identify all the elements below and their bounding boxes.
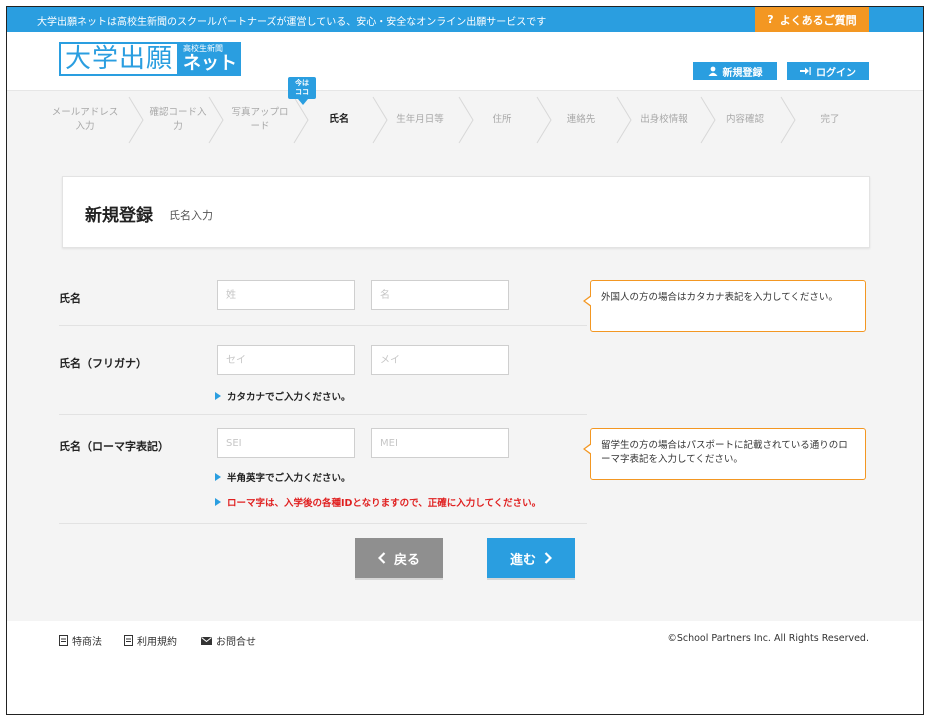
roman-hint: 半角英字でご入力ください。 bbox=[215, 470, 351, 484]
step-email: メールアドレス 入力 bbox=[51, 107, 119, 132]
divider bbox=[59, 523, 587, 524]
register-button[interactable]: 新規登録 bbox=[693, 62, 777, 80]
register-label: 新規登録 bbox=[722, 67, 763, 79]
exchange-student-note: 留学生の方の場合はパスポートに記載されている通りのローマ字表記を入力してください… bbox=[583, 428, 866, 480]
last-name-kana-input[interactable] bbox=[217, 345, 355, 375]
progress-steps: メールアドレス 入力 確認コード入力 写真アップロ ード 氏名 生年月日等 住所 連… bbox=[7, 90, 923, 150]
main-content: 新規登録 氏名入力 氏名 外国人の方の場合はカタカナ表記を入力してください。 氏… bbox=[7, 149, 923, 621]
page-subtitle: 氏名入力 bbox=[169, 209, 213, 222]
kana-hint: カタカナでご入力ください。 bbox=[215, 389, 351, 403]
divider bbox=[59, 414, 587, 415]
footer-link-tokushoho[interactable]: 特商法 bbox=[59, 633, 102, 648]
login-button[interactable]: ログイン bbox=[787, 62, 869, 80]
roman-warning: ローマ字は、入学後の各種IDとなりますので、正確に入力してください。 bbox=[215, 495, 541, 509]
chevron-right-icon bbox=[544, 552, 552, 564]
step-confirm-code: 確認コード入力 bbox=[149, 107, 207, 132]
step-name: 氏名 bbox=[329, 114, 349, 125]
name-label: 氏名 bbox=[59, 292, 81, 305]
next-label: 進む bbox=[509, 552, 536, 568]
faq-label: よくあるご質問 bbox=[779, 13, 857, 27]
kana-hint-text: カタカナでご入力ください。 bbox=[227, 392, 351, 403]
footer-link-label: 特商法 bbox=[72, 637, 102, 648]
site-header: 大学出願 高校生新聞 ネット 新規登録 ログイン bbox=[7, 32, 923, 90]
service-notice: 大学出願ネットは高校生新聞のスクールパートナーズが運営している、安心・安全なオン… bbox=[37, 17, 547, 28]
step-contact: 連絡先 bbox=[566, 114, 596, 125]
last-name-input[interactable] bbox=[217, 280, 355, 310]
current-step-badge: 今は ココ bbox=[288, 77, 316, 105]
footer-link-contact[interactable]: お問合せ bbox=[201, 633, 256, 648]
roman-label: 氏名（ローマ字表記） bbox=[59, 440, 169, 453]
document-icon bbox=[124, 635, 133, 646]
mail-icon bbox=[201, 636, 212, 645]
last-name-roman-input[interactable] bbox=[217, 428, 355, 458]
user-icon bbox=[708, 66, 717, 76]
here-badge-line1: 今は bbox=[295, 79, 309, 87]
top-notice-bar: 大学出願ネットは高校生新聞のスクールパートナーズが運営している、安心・安全なオン… bbox=[7, 7, 923, 32]
next-button[interactable]: 進む bbox=[487, 538, 575, 578]
step-birthdate: 生年月日等 bbox=[396, 114, 444, 125]
logo-side: 高校生新聞 ネット bbox=[179, 42, 242, 76]
step-chevron bbox=[780, 96, 796, 144]
foreigner-note-text: 外国人の方の場合はカタカナ表記を入力してください。 bbox=[601, 292, 838, 303]
step-review: 内容確認 bbox=[725, 114, 764, 125]
triangle-bullet-icon bbox=[215, 473, 221, 481]
logo-main-text: 大学出願 bbox=[59, 42, 180, 76]
copyright: ©School Partners Inc. All Rights Reserve… bbox=[667, 633, 869, 644]
document-icon bbox=[59, 635, 68, 646]
kana-label: 氏名（フリガナ） bbox=[59, 357, 147, 370]
faq-button[interactable]: ? よくあるご質問 bbox=[755, 7, 869, 32]
question-icon: ? bbox=[767, 13, 774, 26]
page-title-box: 新規登録 氏名入力 bbox=[62, 176, 870, 248]
footer-link-label: お問合せ bbox=[216, 637, 256, 648]
divider bbox=[59, 325, 587, 326]
step-complete: 完了 bbox=[820, 114, 840, 125]
step-photo-upload: 写真アップロ ード bbox=[231, 107, 289, 132]
footer-link-label: 利用規約 bbox=[137, 637, 177, 648]
site-footer: 特商法 利用規約 お問合せ ©School Partners Inc. All … bbox=[7, 621, 923, 714]
triangle-bullet-icon bbox=[215, 392, 221, 400]
chevron-left-icon bbox=[377, 552, 386, 564]
first-name-input[interactable] bbox=[371, 280, 509, 310]
browser-frame: 大学出願ネットは高校生新聞のスクールパートナーズが運営している、安心・安全なオン… bbox=[6, 6, 924, 715]
roman-warning-text: ローマ字は、入学後の各種IDとなりますので、正確に入力してください。 bbox=[227, 498, 542, 509]
page-title: 新規登録 bbox=[85, 206, 153, 226]
first-name-roman-input[interactable] bbox=[371, 428, 509, 458]
triangle-bullet-icon bbox=[215, 498, 221, 506]
roman-hint-text: 半角英字でご入力ください。 bbox=[227, 473, 351, 484]
exchange-student-note-text: 留学生の方の場合はパスポートに記載されている通りのローマ字表記を入力してください… bbox=[601, 440, 848, 465]
first-name-kana-input[interactable] bbox=[371, 345, 509, 375]
foreigner-note: 外国人の方の場合はカタカナ表記を入力してください。 bbox=[583, 280, 866, 332]
login-icon bbox=[800, 67, 811, 75]
step-address: 住所 bbox=[492, 114, 512, 125]
login-label: ログイン bbox=[816, 67, 856, 79]
step-school-info: 出身校情報 bbox=[640, 114, 688, 125]
back-label: 戻る bbox=[393, 552, 420, 568]
footer-link-terms[interactable]: 利用規約 bbox=[124, 633, 177, 648]
site-logo[interactable]: 大学出願 高校生新聞 ネット bbox=[59, 42, 242, 76]
here-badge-line2: ココ bbox=[295, 88, 309, 96]
logo-net-text: ネット bbox=[183, 53, 238, 74]
back-button[interactable]: 戻る bbox=[355, 538, 443, 578]
